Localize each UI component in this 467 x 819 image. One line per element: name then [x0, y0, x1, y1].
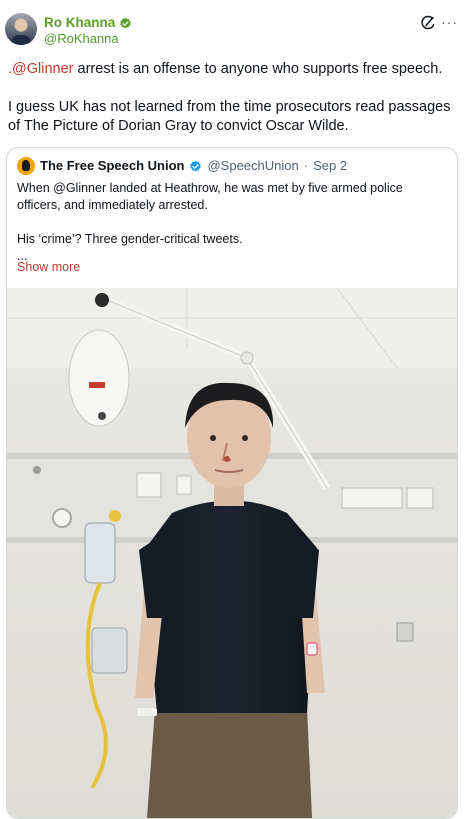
quoted-text-1: When @Glinner landed at Heathrow, he was…: [17, 181, 403, 212]
quoted-tweet-text: When @Glinner landed at Heathrow, he was…: [17, 180, 447, 265]
quoted-ellipsis: ...: [17, 249, 28, 263]
show-more-link[interactable]: Show more: [17, 259, 80, 275]
author-name[interactable]: Ro Khanna: [44, 15, 115, 31]
quoted-date[interactable]: Sep 2: [313, 158, 347, 174]
quoted-tweet-header: The Free Speech Union @SpeechUnion · Sep…: [17, 157, 347, 175]
quoted-photo[interactable]: [7, 288, 457, 818]
hospital-room-photo: [7, 288, 457, 818]
tweet-text: .@Glinner arrest is an offense to anyone…: [8, 60, 460, 136]
tweet-paragraph-2: I guess UK has not learned from the time…: [8, 99, 451, 134]
more-options-icon[interactable]: ···: [441, 14, 458, 30]
author-avatar[interactable]: [5, 13, 37, 45]
quoted-tweet-card[interactable]: The Free Speech Union @SpeechUnion · Sep…: [6, 147, 458, 819]
quoted-text-2: His ‘crime’? Three gender-critical tweet…: [17, 232, 243, 246]
mention-link[interactable]: .@Glinner: [8, 61, 74, 77]
grok-icon[interactable]: [420, 15, 436, 31]
quoted-author-handle[interactable]: @SpeechUnion: [207, 158, 298, 174]
quoted-avatar[interactable]: [17, 157, 35, 175]
author-handle[interactable]: @RoKhanna: [44, 31, 132, 47]
verified-badge-icon: [120, 17, 132, 28]
verified-badge-icon: [190, 160, 202, 171]
author-block: Ro Khanna @RoKhanna: [44, 15, 132, 47]
quoted-author-name[interactable]: The Free Speech Union: [40, 158, 184, 174]
separator-dot: ·: [303, 158, 309, 173]
tweet-line-1: arrest is an offense to anyone who suppo…: [73, 61, 443, 77]
